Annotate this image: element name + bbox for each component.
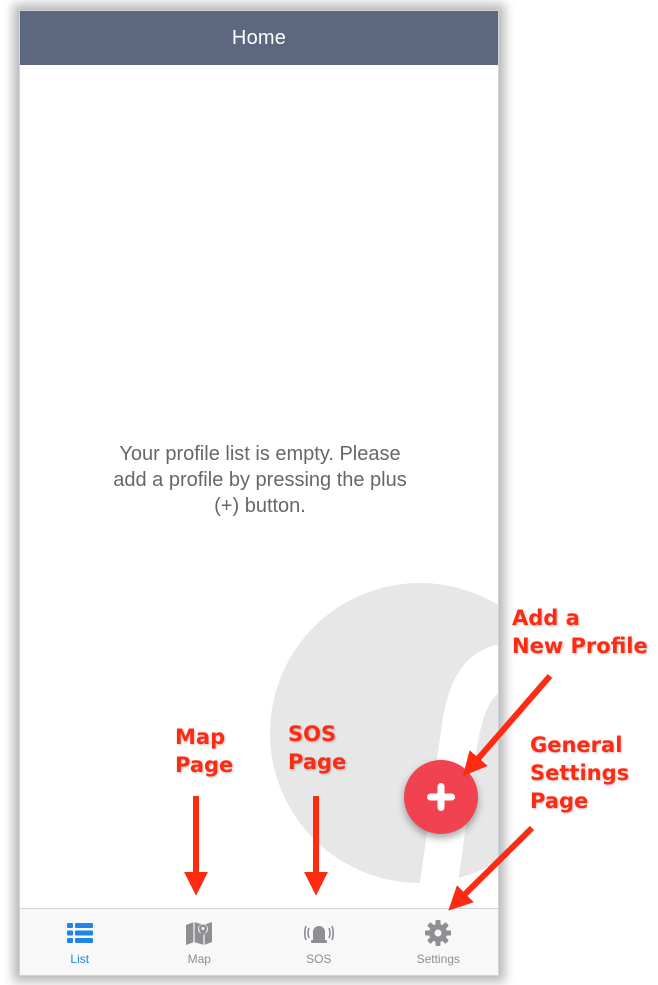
- empty-state-line: (+) button.: [214, 495, 306, 517]
- annotation-line: Map: [175, 725, 226, 749]
- navigation-bar: Home: [20, 11, 498, 65]
- annotation-settings: General Settings Page: [530, 731, 629, 815]
- annotation-map: Map Page: [175, 723, 233, 779]
- annotation-line: New Profile: [512, 634, 648, 658]
- page-title: Home: [231, 26, 287, 49]
- annotation-add-profile: Add a New Profile: [512, 604, 648, 660]
- add-profile-button[interactable]: [404, 760, 478, 834]
- map-icon: [186, 922, 213, 945]
- phone-screen: Home Your profile list is empty. Please …: [19, 10, 499, 976]
- gear-icon: [425, 920, 452, 946]
- tab-settings[interactable]: Settings: [379, 909, 499, 975]
- tab-label: Settings: [416, 952, 460, 966]
- tab-map[interactable]: Map: [140, 909, 260, 975]
- annotation-line: Settings: [530, 761, 630, 785]
- plus-icon: [427, 783, 455, 811]
- tab-label: List: [70, 952, 90, 966]
- annotation-line: Page: [530, 789, 589, 813]
- annotation-line: Page: [288, 750, 347, 774]
- annotation-line: SOS: [288, 722, 337, 746]
- sos-alarm-icon: [303, 925, 334, 943]
- empty-state-line: add a profile by pressing the plus: [113, 469, 407, 491]
- list-icon: [66, 923, 93, 943]
- tab-list[interactable]: List: [20, 909, 140, 975]
- tab-sos[interactable]: SOS: [259, 909, 379, 975]
- tab-bar: List Map SOS Settings: [20, 908, 498, 975]
- annotation-line: Page: [175, 753, 234, 777]
- annotation-line: Add a: [512, 606, 580, 630]
- annotation-line: General: [530, 733, 623, 757]
- tab-label: SOS: [306, 952, 332, 966]
- tab-label: Map: [187, 952, 211, 966]
- empty-state-message: Your profile list is empty. Please add a…: [65, 441, 455, 519]
- annotation-sos: SOS Page: [288, 720, 346, 776]
- empty-state-line: Your profile list is empty. Please: [119, 443, 401, 465]
